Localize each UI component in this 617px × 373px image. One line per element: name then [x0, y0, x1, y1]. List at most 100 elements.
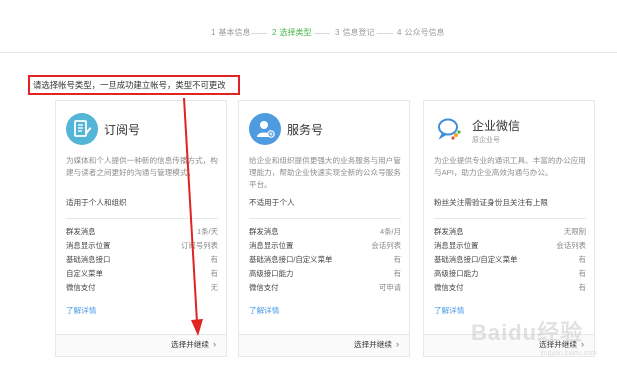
wecom-icon: [434, 113, 466, 145]
feature-name: 基础消息接口: [66, 255, 111, 264]
step-number: 3: [335, 28, 340, 37]
card-divider: [249, 218, 401, 219]
card-title: 企业微信: [472, 119, 521, 133]
card-scope: 适用于个人和组织: [66, 198, 127, 207]
feature-row: 群发消息 4条/月: [249, 225, 401, 239]
feature-name: 微信支付: [66, 283, 96, 292]
step-progress: 1 基本信息 2 选择类型 3 信息登记 4 公众号信息: [0, 27, 617, 41]
step-select-type: 2 选择类型: [272, 27, 311, 39]
feature-row: 微信支付 无: [66, 281, 218, 295]
feature-name: 消息显示位置: [66, 241, 111, 250]
card-subtitle: 原企业号: [472, 137, 500, 144]
feature-row: 自定义菜单 有: [66, 267, 218, 281]
service-icon: [249, 113, 281, 145]
feature-value: 有: [578, 283, 586, 292]
feature-name: 消息显示位置: [249, 241, 294, 250]
feature-value: 无限制: [563, 227, 586, 236]
feature-name: 群发消息: [66, 227, 96, 236]
feature-value: 会话列表: [371, 241, 401, 250]
feature-row: 高级接口能力 有: [434, 267, 586, 281]
select-continue-button[interactable]: 选择并继续 ›: [354, 339, 399, 350]
chevron-right-icon: ›: [213, 339, 216, 349]
card-divider: [66, 218, 218, 219]
feature-value: 有: [578, 269, 586, 278]
feature-value: 有: [578, 255, 586, 264]
step-label: 选择类型: [279, 28, 312, 37]
card-description: 为企业提供专业的通讯工具、丰富的办公应用与API，助力企业高效沟通与办公。: [434, 156, 586, 177]
feature-row: 微信支付 可申请: [249, 281, 401, 295]
feature-value: 会话列表: [556, 241, 586, 250]
step-label: 公众号信息: [404, 28, 445, 37]
feature-name: 群发消息: [249, 227, 279, 236]
card-scope: 粉丝关注需验证身份且关注有上限: [434, 198, 548, 207]
feature-value: 有: [210, 269, 218, 278]
feature-row: 微信支付 有: [434, 281, 586, 295]
feature-value: 可申请: [378, 283, 401, 292]
card-service[interactable]: 服务号 给企业和组织提供更强大的业务服务与用户管理能力，帮助企业快速实现全新的公…: [238, 100, 410, 357]
step-label: 信息登记: [342, 28, 375, 37]
step-separator: [314, 33, 330, 34]
account-type-notice: 请选择帐号类型，一旦成功建立帐号，类型不可更改: [28, 75, 240, 95]
card-footer: 选择并继续 ›: [56, 334, 226, 356]
baidu-watermark: Baidu经验 jingyan.baidu.com: [471, 315, 601, 357]
card-title: 订阅号: [104, 123, 141, 137]
learn-more-link[interactable]: 了解详情: [434, 305, 464, 316]
feature-list: 群发消息 1条/天 消息显示位置 订阅号列表 基础消息接口有 自定义菜单有 微信支付…: [66, 225, 218, 295]
feature-name: 自定义菜单: [66, 269, 103, 278]
feature-row: 消息显示位置 订阅号列表: [66, 239, 218, 253]
feature-row: 基础消息接口/自定义菜单 有: [434, 253, 586, 267]
card-divider: [434, 218, 586, 219]
feature-row: 基础消息接口 有: [66, 253, 218, 267]
card-header: 订阅号: [66, 113, 216, 149]
subscription-icon: [66, 113, 98, 145]
card-header: 企业微信 原企业号: [434, 113, 584, 149]
feature-row: 消息显示位置 会话列表: [249, 239, 401, 253]
card-description: 给企业和组织提供更强大的业务服务与用户管理能力，帮助企业快速实现全新的公众号服务…: [249, 156, 401, 189]
feature-value: 有: [393, 269, 401, 278]
select-continue-button[interactable]: 选择并继续 ›: [171, 339, 216, 350]
learn-more-link[interactable]: 了解详情: [66, 305, 96, 316]
card-description: 为媒体和个人提供一种新的信息传播方式，构建与读者之间更好的沟通与管理模式。: [66, 156, 218, 177]
feature-list: 群发消息 4条/月 消息显示位置 会话列表 基础消息接口/自定义菜单有 高级接口能力…: [249, 225, 401, 295]
watermark-text: Baidu经验: [471, 320, 584, 345]
step-basic-info: 1 基本信息: [211, 27, 250, 39]
step-number: 4: [397, 28, 402, 37]
feature-name: 高级接口能力: [434, 269, 479, 278]
step-separator: [251, 33, 267, 34]
feature-value: 4条/月: [380, 227, 401, 236]
feature-name: 群发消息: [434, 227, 464, 236]
step-account-info: 4 公众号信息: [397, 27, 444, 39]
feature-row: 消息显示位置 会话列表: [434, 239, 586, 253]
card-subscription[interactable]: 订阅号 为媒体和个人提供一种新的信息传播方式，构建与读者之间更好的沟通与管理模式…: [55, 100, 227, 357]
header-divider: [0, 52, 617, 53]
feature-row: 群发消息 1条/天: [66, 225, 218, 239]
feature-name: 基础消息接口/自定义菜单: [434, 255, 518, 264]
step-label: 基本信息: [218, 28, 251, 37]
watermark-url: jingyan.baidu.com: [540, 350, 597, 357]
step-info-register: 3 信息登记: [335, 27, 374, 39]
feature-row: 群发消息 无限制: [434, 225, 586, 239]
learn-more-link[interactable]: 了解详情: [249, 305, 279, 316]
feature-row: 基础消息接口/自定义菜单 有: [249, 253, 401, 267]
feature-list: 群发消息 无限制 消息显示位置 会话列表 基础消息接口/自定义菜单有 高级接口能力有…: [434, 225, 586, 295]
card-scope: 不适用于个人: [249, 198, 295, 207]
select-continue-label: 选择并继续: [354, 340, 392, 349]
feature-name: 高级接口能力: [249, 269, 294, 278]
card-header: 服务号: [249, 113, 399, 149]
feature-name: 消息显示位置: [434, 241, 479, 250]
step-separator: [377, 33, 393, 34]
card-footer: 选择并继续 ›: [239, 334, 409, 356]
chevron-right-icon: ›: [396, 339, 399, 349]
feature-value: 1条/天: [197, 227, 218, 236]
feature-name: 微信支付: [249, 283, 279, 292]
feature-row: 高级接口能力 有: [249, 267, 401, 281]
step-number: 2: [272, 28, 277, 37]
feature-value: 有: [393, 255, 401, 264]
feature-value: 有: [210, 255, 218, 264]
feature-value: 无: [210, 283, 218, 292]
step-number: 1: [211, 28, 216, 37]
feature-value: 订阅号列表: [181, 241, 218, 250]
feature-name: 基础消息接口/自定义菜单: [249, 255, 333, 264]
feature-name: 微信支付: [434, 283, 464, 292]
card-title: 服务号: [287, 123, 324, 137]
